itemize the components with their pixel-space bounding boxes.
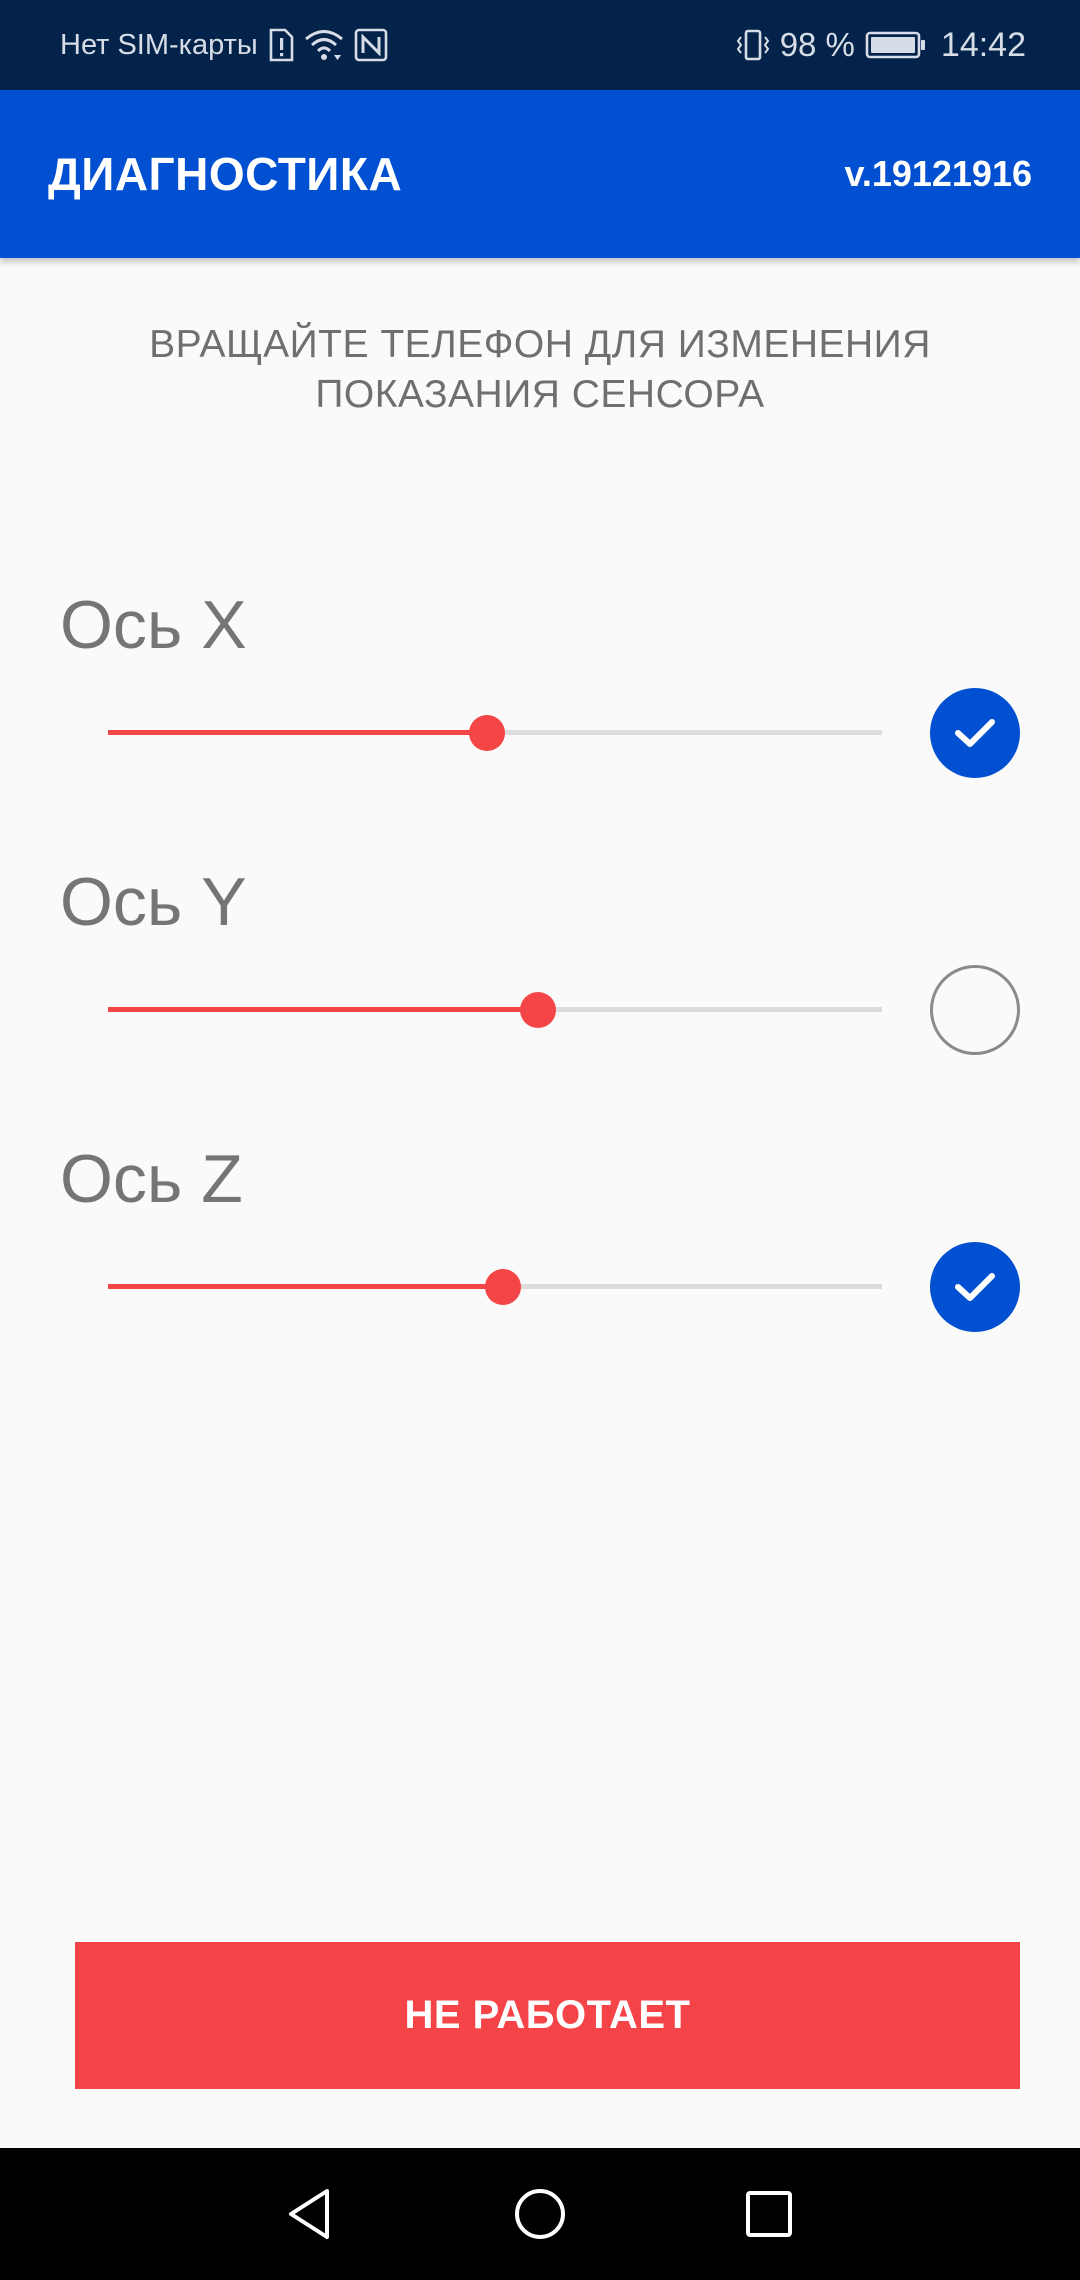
axis-z-slider[interactable] (108, 1269, 882, 1305)
axis-label: Ось Y (60, 864, 247, 940)
app-version: v.19121916 (844, 153, 1032, 194)
back-button[interactable] (249, 2148, 369, 2280)
navigation-bar (0, 2148, 1080, 2280)
wifi-icon (304, 28, 344, 62)
not-working-button[interactable]: НЕ РАБОТАЕТ (75, 1942, 1020, 2089)
axis-label: Ось Z (60, 1141, 243, 1217)
slider-fill (108, 1284, 503, 1289)
axis-row-y: Ось Y (0, 862, 1080, 1062)
axis-row-z: Ось Z (0, 1139, 1080, 1339)
slider-fill (108, 730, 488, 735)
recents-button[interactable] (709, 2148, 829, 2280)
status-right: 98 % 14:42 (736, 0, 1026, 90)
instruction-line-1: ВРАЩАЙТЕ ТЕЛЕФОН ДЛЯ ИЗМЕНЕНИЯ (149, 323, 931, 366)
slider-thumb[interactable] (484, 1269, 521, 1305)
vibrate-icon (736, 28, 770, 62)
app-title: ДИАГНОСТИКА (48, 148, 403, 200)
axis-y-check[interactable] (930, 965, 1020, 1055)
axis-x-check[interactable] (930, 688, 1020, 778)
battery-percent: 98 % (779, 26, 855, 63)
status-left: Нет SIM-карты (60, 0, 388, 90)
home-icon (515, 2189, 565, 2239)
checkmark-icon (955, 719, 995, 747)
instruction-line-2: ПОКАЗАНИЯ СЕНСОРА (315, 373, 765, 416)
recents-icon (746, 2191, 792, 2237)
axis-label: Ось X (60, 587, 247, 663)
axis-y-slider[interactable] (108, 992, 882, 1028)
checkmark-icon (955, 1273, 995, 1301)
slider-fill (108, 1007, 538, 1012)
axis-x-slider[interactable] (108, 715, 882, 751)
screen: Нет SIM-карты 98 % 14:42 ДИАГНОСТИКА v.1… (0, 0, 1080, 2280)
home-button[interactable] (480, 2148, 600, 2280)
axis-row-x: Ось X (0, 585, 1080, 785)
sim-alert-icon (268, 28, 294, 62)
axis-z-check[interactable] (930, 1242, 1020, 1332)
app-bar: ДИАГНОСТИКА v.19121916 (0, 90, 1080, 258)
clock: 14:42 (940, 25, 1026, 64)
status-bar: Нет SIM-карты 98 % 14:42 (0, 0, 1080, 90)
back-icon (289, 2189, 329, 2239)
slider-thumb[interactable] (519, 992, 556, 1028)
nfc-icon (354, 28, 388, 62)
carrier-text: Нет SIM-карты (60, 28, 258, 61)
battery-icon (865, 30, 927, 60)
instruction-text: ВРАЩАЙТЕ ТЕЛЕФОН ДЛЯ ИЗМЕНЕНИЯ ПОКАЗАНИЯ… (60, 320, 1020, 420)
slider-thumb[interactable] (469, 715, 506, 751)
